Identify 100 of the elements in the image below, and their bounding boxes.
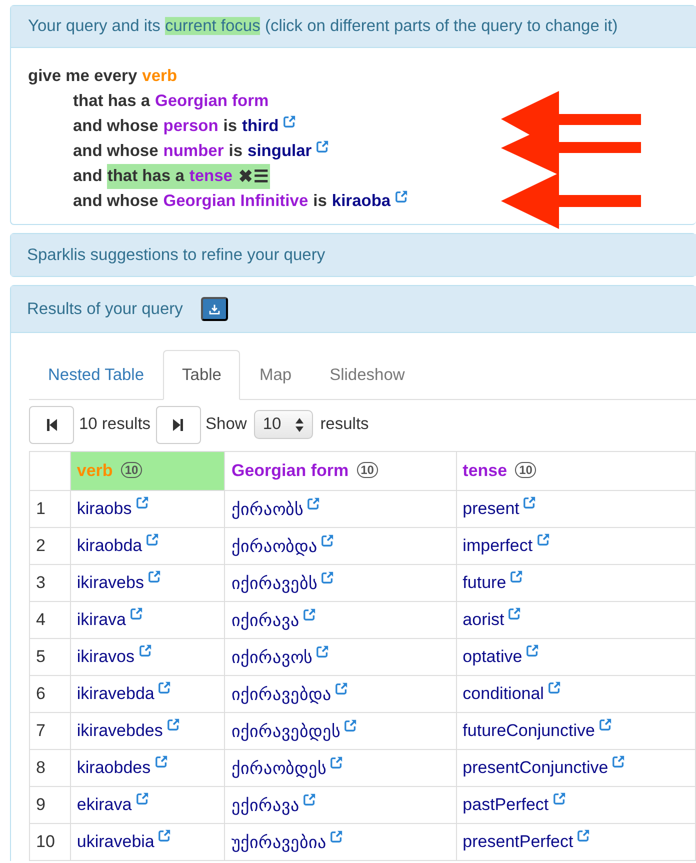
- row-number: 3: [30, 564, 70, 602]
- external-link-icon[interactable]: [316, 644, 330, 658]
- row-number: 6: [30, 676, 70, 712]
- external-link-icon[interactable]: [508, 607, 522, 620]
- first-page-icon: [46, 418, 58, 432]
- external-link-icon[interactable]: [146, 533, 160, 546]
- next-page-button[interactable]: [156, 406, 201, 444]
- external-link-icon[interactable]: [307, 496, 320, 510]
- external-link-icon[interactable]: [523, 496, 536, 509]
- table-cell[interactable]: იქირავებდეს: [224, 712, 456, 750]
- table-cell[interactable]: future: [456, 564, 696, 602]
- table-cell[interactable]: futureConjunctive: [456, 712, 696, 750]
- download-icon: [208, 302, 220, 316]
- focus-highlight[interactable]: that has a tense ✖☰: [107, 164, 270, 189]
- external-link-icon[interactable]: [510, 570, 524, 583]
- external-link-icon[interactable]: [344, 718, 358, 732]
- table-cell[interactable]: ikirava: [70, 602, 225, 638]
- external-link-icon[interactable]: [394, 190, 408, 203]
- query-term[interactable]: Georgian form: [155, 89, 269, 114]
- external-link-icon[interactable]: [138, 644, 152, 657]
- focus-control[interactable]: ✖: [238, 164, 252, 189]
- table-cell[interactable]: იქირავებს: [224, 564, 456, 602]
- external-link-icon[interactable]: [166, 718, 180, 731]
- table-cell[interactable]: ikiravos: [70, 638, 225, 676]
- query-term[interactable]: third: [242, 114, 279, 139]
- external-link-icon[interactable]: [612, 755, 626, 768]
- panel-title: Your query and its current focus (click on different parts of the query to change it): [28, 17, 618, 36]
- external-link-icon[interactable]: [598, 718, 612, 731]
- query-text: and whose: [73, 141, 158, 162]
- table-cell[interactable]: ქირაობდეს: [224, 750, 456, 786]
- query-term[interactable]: kiraoba: [332, 189, 391, 214]
- query-term[interactable]: Georgian Infinitive: [163, 189, 308, 214]
- table-cell[interactable]: ikiravebdes: [70, 712, 225, 750]
- external-link-icon[interactable]: [577, 829, 590, 842]
- spinner-icon: [295, 416, 304, 432]
- external-link-icon[interactable]: [130, 607, 144, 620]
- table-cell[interactable]: presentConjunctive: [456, 750, 696, 786]
- external-link-icon[interactable]: [136, 496, 149, 509]
- row-number: 1: [30, 490, 70, 528]
- external-link-icon[interactable]: [154, 755, 168, 768]
- view-tab[interactable]: Nested Table: [29, 350, 164, 400]
- previous-page-button[interactable]: [29, 406, 74, 444]
- table-cell[interactable]: presentPerfect: [456, 824, 696, 860]
- query-text: is: [228, 141, 243, 162]
- view-tab[interactable]: Table: [163, 350, 240, 400]
- focus-control[interactable]: ☰: [253, 164, 268, 189]
- query-term[interactable]: number: [163, 139, 224, 164]
- external-link-icon[interactable]: [303, 608, 316, 620]
- query-term[interactable]: person: [163, 114, 218, 139]
- table-cell[interactable]: conditional: [456, 676, 696, 712]
- table-cell[interactable]: pastPerfect: [456, 786, 696, 824]
- result-count: 10 results: [79, 415, 151, 434]
- panel-title: Results of your query: [27, 300, 183, 318]
- page-size-select[interactable]: 10: [254, 410, 314, 439]
- external-link-icon[interactable]: [136, 792, 149, 805]
- column-header[interactable]: Georgian form 10: [224, 452, 456, 490]
- column-header[interactable]: tense 10: [456, 452, 696, 490]
- table-cell[interactable]: ქირაობდა: [224, 528, 456, 564]
- external-link-icon[interactable]: [148, 570, 161, 583]
- table-cell[interactable]: imperfect: [456, 528, 696, 564]
- external-link-icon[interactable]: [335, 682, 348, 694]
- count-badge: 10: [120, 462, 142, 478]
- table-cell[interactable]: იქირავა: [224, 602, 456, 638]
- table-cell[interactable]: present: [456, 490, 696, 528]
- table-cell[interactable]: kiraobs: [70, 490, 225, 528]
- external-link-icon[interactable]: [282, 115, 296, 128]
- download-button[interactable]: [200, 297, 228, 321]
- table-cell[interactable]: ქირაობს: [224, 490, 456, 528]
- query-text: is: [313, 191, 327, 212]
- panel-title[interactable]: Sparklis suggestions to refine your query: [27, 246, 326, 264]
- external-link-icon[interactable]: [303, 792, 316, 806]
- table-cell[interactable]: ekirava: [70, 786, 225, 824]
- external-link-icon[interactable]: [316, 140, 329, 153]
- table-cell[interactable]: optative: [456, 638, 696, 676]
- table-cell[interactable]: ukiravebia: [70, 824, 225, 860]
- table-cell[interactable]: ექირავა: [224, 786, 456, 824]
- column-header[interactable]: verb 10: [70, 452, 225, 490]
- external-link-icon[interactable]: [536, 533, 550, 546]
- table-cell[interactable]: kiraobdes: [70, 750, 225, 786]
- table-cell[interactable]: ikiravebs: [70, 564, 225, 602]
- query-term[interactable]: singular: [248, 139, 312, 164]
- query-term[interactable]: tense: [189, 164, 232, 189]
- table-cell[interactable]: იქირავოს: [224, 638, 456, 676]
- table-cell[interactable]: kiraobda: [70, 528, 225, 564]
- table-cell[interactable]: იქირავებდა: [224, 676, 456, 712]
- external-link-icon[interactable]: [552, 792, 566, 805]
- table-cell[interactable]: aorist: [456, 602, 696, 638]
- external-link-icon[interactable]: [158, 829, 172, 842]
- external-link-icon[interactable]: [330, 756, 344, 768]
- external-link-icon[interactable]: [158, 681, 172, 694]
- results-label: results: [320, 415, 369, 434]
- external-link-icon[interactable]: [548, 681, 561, 694]
- row-number: 4: [30, 602, 70, 638]
- external-link-icon[interactable]: [526, 644, 540, 657]
- external-link-icon[interactable]: [321, 570, 334, 584]
- external-link-icon[interactable]: [330, 830, 344, 842]
- external-link-icon[interactable]: [321, 534, 334, 546]
- table-cell[interactable]: ikiravebda: [70, 676, 225, 712]
- table-cell[interactable]: უქირავებია: [224, 824, 456, 860]
- row-number: 8: [30, 750, 70, 786]
